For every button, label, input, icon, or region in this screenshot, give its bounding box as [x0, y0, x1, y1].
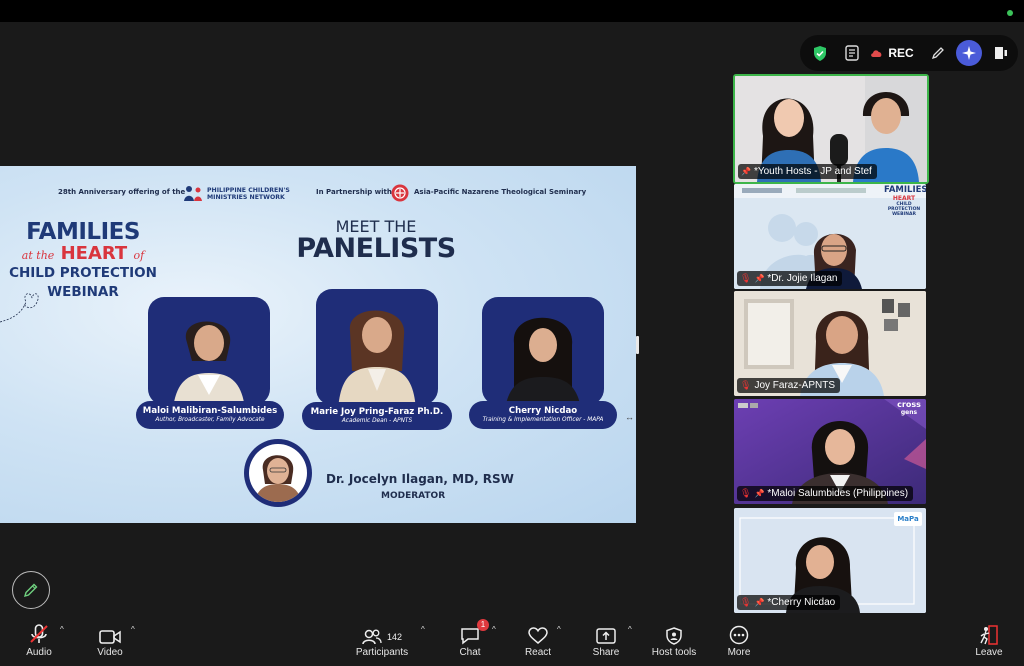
participants-options-chevron-up-icon[interactable]: ^ [421, 625, 425, 634]
video-tile[interactable]: MaPa 🎙 📌 *Cherry Nicdao [734, 508, 926, 613]
slide-top-text: 28th Anniversary offering of the [58, 188, 186, 196]
resize-arrows-icon[interactable]: ↔ [625, 412, 634, 422]
share-button[interactable]: Share [592, 619, 620, 663]
shield-icon[interactable] [806, 35, 834, 71]
chat-options-chevron-up-icon[interactable]: ^ [492, 625, 496, 634]
tile-name-label: 🎙 📌 *Maloi Salumbides (Philippines) [737, 486, 914, 501]
cloud-record-icon [871, 50, 882, 57]
share-options-chevron-up-icon[interactable]: ^ [628, 625, 632, 634]
tile-name-label: 🎙 Joy Faraz-APNTS [737, 378, 841, 393]
pin-icon: 📌 [754, 598, 765, 607]
sparkle-icon [956, 40, 982, 66]
react-options-chevron-up-icon[interactable]: ^ [557, 625, 561, 634]
more-dots-icon [729, 625, 749, 645]
video-camera-icon [99, 630, 121, 644]
tile-name-label: 🎙 📌 *Cherry Nicdao [737, 595, 841, 610]
moderator-name: Dr. Jocelyn Ilagan, MD, RSW [326, 472, 514, 486]
muted-mic-icon: 🎙 [740, 380, 752, 390]
meet-the-panelists-heading: MEET THE PANELISTS [296, 217, 456, 264]
tile-name-label: 🎙 📌 *Dr. Jojie Ilagan [737, 271, 843, 286]
more-button[interactable]: More [724, 619, 754, 663]
notes-icon[interactable] [838, 35, 866, 71]
video-tile[interactable]: 📌 *Youth Hosts - JP and Stef [733, 74, 929, 184]
org1-name: PHILIPPINE CHILDREN'S MINISTRIES NETWORK [207, 187, 290, 201]
rec-label: REC [888, 46, 914, 60]
annotate-button[interactable] [12, 571, 50, 609]
pencil-icon[interactable] [924, 35, 952, 71]
shared-screen[interactable]: 28th Anniversary offering of the PHILIPP… [0, 166, 636, 523]
chat-bubble-icon [461, 628, 479, 645]
org2-name: Asia-Pacific Nazarene Theological Semina… [414, 188, 587, 196]
pencil-icon [23, 583, 38, 598]
host-tools-button[interactable]: Host tools [650, 619, 698, 663]
video-tile[interactable]: FAMILIES HEART CHILD PROTECTION WEBINAR … [734, 184, 926, 289]
pin-icon: 📌 [754, 274, 765, 283]
muted-mic-icon: 🎙 [740, 488, 752, 498]
partner-text: In Partnership with [316, 188, 392, 196]
apnts-seal-icon [391, 184, 409, 202]
moderator-avatar [255, 455, 301, 502]
ai-companion-button[interactable] [955, 35, 983, 71]
audio-options-chevron-up-icon[interactable]: ^ [60, 625, 64, 634]
video-tile[interactable]: cross gens 🎙 📌 *Maloi Salumbides (Philippi… [734, 399, 926, 504]
participants-icon [362, 629, 382, 645]
pcmn-logo-icon [184, 186, 202, 201]
moderator-photo [244, 439, 312, 507]
heart-icon [528, 627, 548, 644]
video-options-chevron-up-icon[interactable]: ^ [131, 625, 135, 634]
meeting-tools-bar: REC [800, 35, 1018, 71]
tile-webinar-logo: FAMILIES HEART CHILD PROTECTION WEBINAR [884, 185, 926, 218]
react-button[interactable]: React [523, 619, 553, 663]
record-indicator[interactable]: REC [870, 35, 914, 71]
tile-mapa-logo: MaPa [894, 512, 922, 526]
leave-door-icon [980, 625, 998, 645]
muted-mic-icon: 🎙 [740, 597, 752, 607]
title-bar [0, 0, 1024, 22]
video-tile[interactable]: 🎙 Joy Faraz-APNTS [734, 291, 926, 396]
heart-doodle-icon [0, 293, 39, 323]
share-screen-icon [596, 628, 616, 644]
shield-icon [666, 627, 682, 645]
panelist-photo [173, 321, 245, 405]
chat-unread-badge: 1 [477, 619, 489, 631]
moderator-role: MODERATOR [381, 491, 446, 501]
tile-crossgens-logo: cross gens [897, 400, 921, 417]
camera-indicator [1007, 10, 1013, 16]
panelist-photo [505, 317, 581, 405]
pin-icon: 📌 [741, 167, 751, 176]
sidebar-toggle-icon[interactable] [988, 35, 1014, 71]
muted-mic-icon [30, 624, 48, 643]
splitter-handle[interactable] [636, 336, 639, 354]
audio-button[interactable]: Audio [22, 619, 56, 663]
panelist-photo [338, 310, 416, 405]
muted-mic-icon: 🎙 [740, 273, 752, 283]
tile-name-label: 📌 *Youth Hosts - JP and Stef [738, 164, 877, 179]
chat-button[interactable]: 1 Chat [456, 619, 489, 663]
video-button[interactable]: Video [94, 619, 126, 663]
pin-icon: 📌 [754, 489, 765, 498]
participants-button[interactable]: 142 Participants [354, 619, 410, 663]
participants-count: 142 [386, 632, 403, 642]
leave-button[interactable]: Leave [972, 619, 1006, 663]
